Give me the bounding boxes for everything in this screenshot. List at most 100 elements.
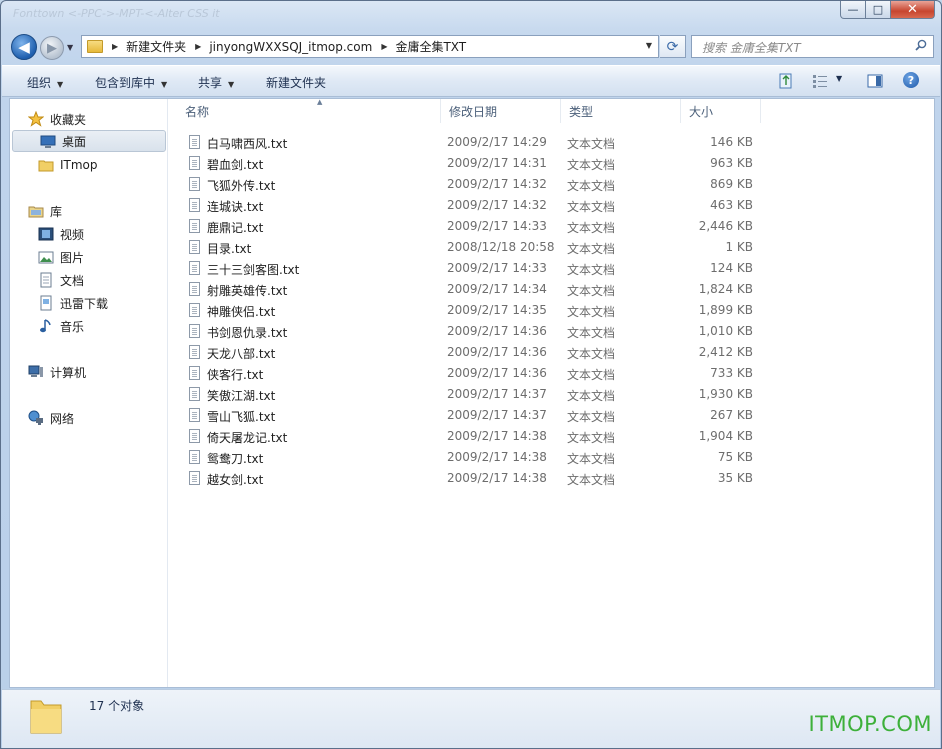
file-row[interactable]: 目录.txt 2008/12/18 20:58 文本文档 1 KB: [185, 237, 765, 258]
file-row[interactable]: 书剑恩仇录.txt 2009/2/17 14:36 文本文档 1,010 KB: [185, 321, 765, 342]
search-box: [691, 35, 934, 59]
organize-menu[interactable]: 组织 ▼: [27, 74, 63, 91]
file-size: 1,824 KB: [698, 282, 753, 296]
file-name: 白马啸西风.txt: [207, 137, 288, 151]
video-icon: [38, 226, 54, 242]
search-input[interactable]: [692, 36, 914, 59]
music-note-icon: [38, 318, 54, 334]
file-row[interactable]: 白马啸西风.txt 2009/2/17 14:29 文本文档 146 KB: [185, 132, 765, 153]
file-row[interactable]: 连城诀.txt 2009/2/17 14:32 文本文档 463 KB: [185, 195, 765, 216]
window-title: Fonttown <-PPC->-MPT-<-Alter CSS it: [13, 7, 220, 20]
file-size: 1,904 KB: [698, 429, 753, 443]
folder-icon: [38, 157, 54, 173]
breadcrumb-current-folder[interactable]: 金庸全集TXT: [395, 38, 466, 55]
file-name: 三十三剑客图.txt: [207, 263, 300, 277]
picture-icon: [38, 249, 54, 265]
file-name: 侠客行.txt: [207, 368, 264, 382]
nav-item-desktop[interactable]: 桌面: [12, 130, 166, 152]
address-dropdown[interactable]: ▼: [646, 41, 652, 50]
nav-item-itmop[interactable]: ITmop: [38, 154, 98, 176]
file-row[interactable]: 三十三剑客图.txt 2009/2/17 14:33 文本文档 124 KB: [185, 258, 765, 279]
change-view-icon[interactable]: [778, 73, 794, 89]
file-row[interactable]: 鹿鼎记.txt 2009/2/17 14:33 文本文档 2,446 KB: [185, 216, 765, 237]
text-file-icon: [189, 198, 200, 212]
text-file-icon: [189, 240, 200, 254]
column-header-type[interactable]: 类型: [561, 99, 681, 123]
download-folder-icon: [38, 295, 54, 311]
navigation-pane[interactable]: 收藏夹 桌面 ITmop 库 视频 图片 文档 迅雷下载 音乐 计算机 网络: [10, 99, 168, 687]
file-type: 文本文档: [567, 200, 616, 214]
nav-item-thunder-downloads[interactable]: 迅雷下载: [38, 292, 108, 314]
chevron-down-icon: ▼: [228, 80, 235, 89]
file-row[interactable]: 神雕侠侣.txt 2009/2/17 14:35 文本文档 1,899 KB: [185, 300, 765, 321]
share-menu[interactable]: 共享 ▼: [198, 74, 234, 91]
title-bar[interactable]: Fonttown <-PPC->-MPT-<-Alter CSS it — □ …: [1, 1, 941, 31]
file-size: 869 KB: [710, 177, 753, 191]
file-row[interactable]: 倚天屠龙记.txt 2009/2/17 14:38 文本文档 1,904 KB: [185, 426, 765, 447]
file-name: 天龙八部.txt: [207, 347, 276, 361]
nav-item-network[interactable]: 网络: [28, 407, 74, 429]
file-row[interactable]: 鸳鸯刀.txt 2009/2/17 14:38 文本文档 75 KB: [185, 447, 765, 468]
nav-item-libraries[interactable]: 库: [28, 200, 62, 222]
nav-label: 网络: [50, 411, 75, 426]
file-row[interactable]: 越女剑.txt 2009/2/17 14:38 文本文档 35 KB: [185, 468, 765, 489]
breadcrumb-separator[interactable]: ▶: [381, 42, 387, 51]
file-name: 鸳鸯刀.txt: [207, 452, 264, 466]
back-button[interactable]: ◀: [11, 34, 37, 60]
folder-icon: [87, 40, 103, 53]
file-row[interactable]: 天龙八部.txt 2009/2/17 14:36 文本文档 2,412 KB: [185, 342, 765, 363]
file-row[interactable]: 笑傲江湖.txt 2009/2/17 14:37 文本文档 1,930 KB: [185, 384, 765, 405]
recent-pages-dropdown[interactable]: ▼: [67, 43, 73, 52]
text-file-icon: [189, 219, 200, 233]
address-bar[interactable]: ▶ 新建文件夹 ▶ jinyongWXXSQJ_itmop.com ▶ 金庸全集…: [81, 35, 659, 58]
nav-item-pictures[interactable]: 图片: [38, 246, 84, 268]
column-header-size[interactable]: 大小: [681, 99, 761, 123]
file-row[interactable]: 雪山飞狐.txt 2009/2/17 14:37 文本文档 267 KB: [185, 405, 765, 426]
new-folder-button[interactable]: 新建文件夹: [266, 74, 326, 91]
column-header-date-modified[interactable]: 修改日期: [441, 99, 561, 123]
navigation-bar: ◀ ▶ ▼ ▶ 新建文件夹 ▶ jinyongWXXSQJ_itmop.com …: [1, 31, 941, 63]
forward-button[interactable]: ▶: [40, 36, 64, 60]
maximize-button[interactable]: □: [866, 1, 891, 19]
include-in-library-menu[interactable]: 包含到库中 ▼: [95, 74, 167, 91]
file-row[interactable]: 射雕英雄传.txt 2009/2/17 14:34 文本文档 1,824 KB: [185, 279, 765, 300]
star-icon: [28, 111, 44, 127]
breadcrumb-jinyong[interactable]: jinyongWXXSQJ_itmop.com: [209, 40, 372, 54]
file-size: 2,412 KB: [698, 345, 753, 359]
nav-label: 计算机: [50, 365, 87, 380]
text-file-icon: [189, 177, 200, 191]
file-size: 2,446 KB: [698, 219, 753, 233]
view-dropdown-chevron-icon[interactable]: ▼: [836, 74, 842, 83]
file-date-modified: 2009/2/17 14:32: [447, 177, 547, 191]
file-date-modified: 2009/2/17 14:37: [447, 387, 547, 401]
nav-label: 迅雷下载: [60, 296, 109, 311]
file-row[interactable]: 侠客行.txt 2009/2/17 14:36 文本文档 733 KB: [185, 363, 765, 384]
breadcrumb-separator[interactable]: ▶: [112, 42, 118, 51]
view-options-icon[interactable]: [812, 73, 828, 89]
nav-label: 库: [50, 204, 63, 219]
file-size: 1,930 KB: [698, 387, 753, 401]
breadcrumb-separator[interactable]: ▶: [195, 42, 201, 51]
help-button[interactable]: ?: [903, 72, 919, 88]
text-file-icon: [189, 156, 200, 170]
nav-item-music[interactable]: 音乐: [38, 315, 84, 337]
refresh-button[interactable]: ⟳: [660, 35, 686, 58]
file-name: 神雕侠侣.txt: [207, 305, 276, 319]
text-file-icon: [189, 387, 200, 401]
share-label: 共享: [198, 76, 223, 90]
preview-pane-icon[interactable]: [867, 73, 883, 89]
text-file-icon: [189, 303, 200, 317]
nav-item-documents[interactable]: 文档: [38, 269, 84, 291]
file-type: 文本文档: [567, 284, 616, 298]
close-button[interactable]: ✕: [891, 1, 935, 19]
nav-item-computer[interactable]: 计算机: [28, 361, 86, 383]
file-date-modified: 2008/12/18 20:58: [447, 240, 555, 254]
file-row[interactable]: 碧血剑.txt 2009/2/17 14:31 文本文档 963 KB: [185, 153, 765, 174]
nav-item-videos[interactable]: 视频: [38, 223, 84, 245]
minimize-button[interactable]: —: [840, 1, 866, 19]
breadcrumb-new-folder[interactable]: 新建文件夹: [126, 38, 186, 55]
column-header-name[interactable]: 名称 ▲: [177, 98, 441, 123]
file-row[interactable]: 飞狐外传.txt 2009/2/17 14:32 文本文档 869 KB: [185, 174, 765, 195]
nav-item-favorites[interactable]: 收藏夹: [28, 108, 86, 130]
search-icon[interactable]: [915, 39, 927, 51]
